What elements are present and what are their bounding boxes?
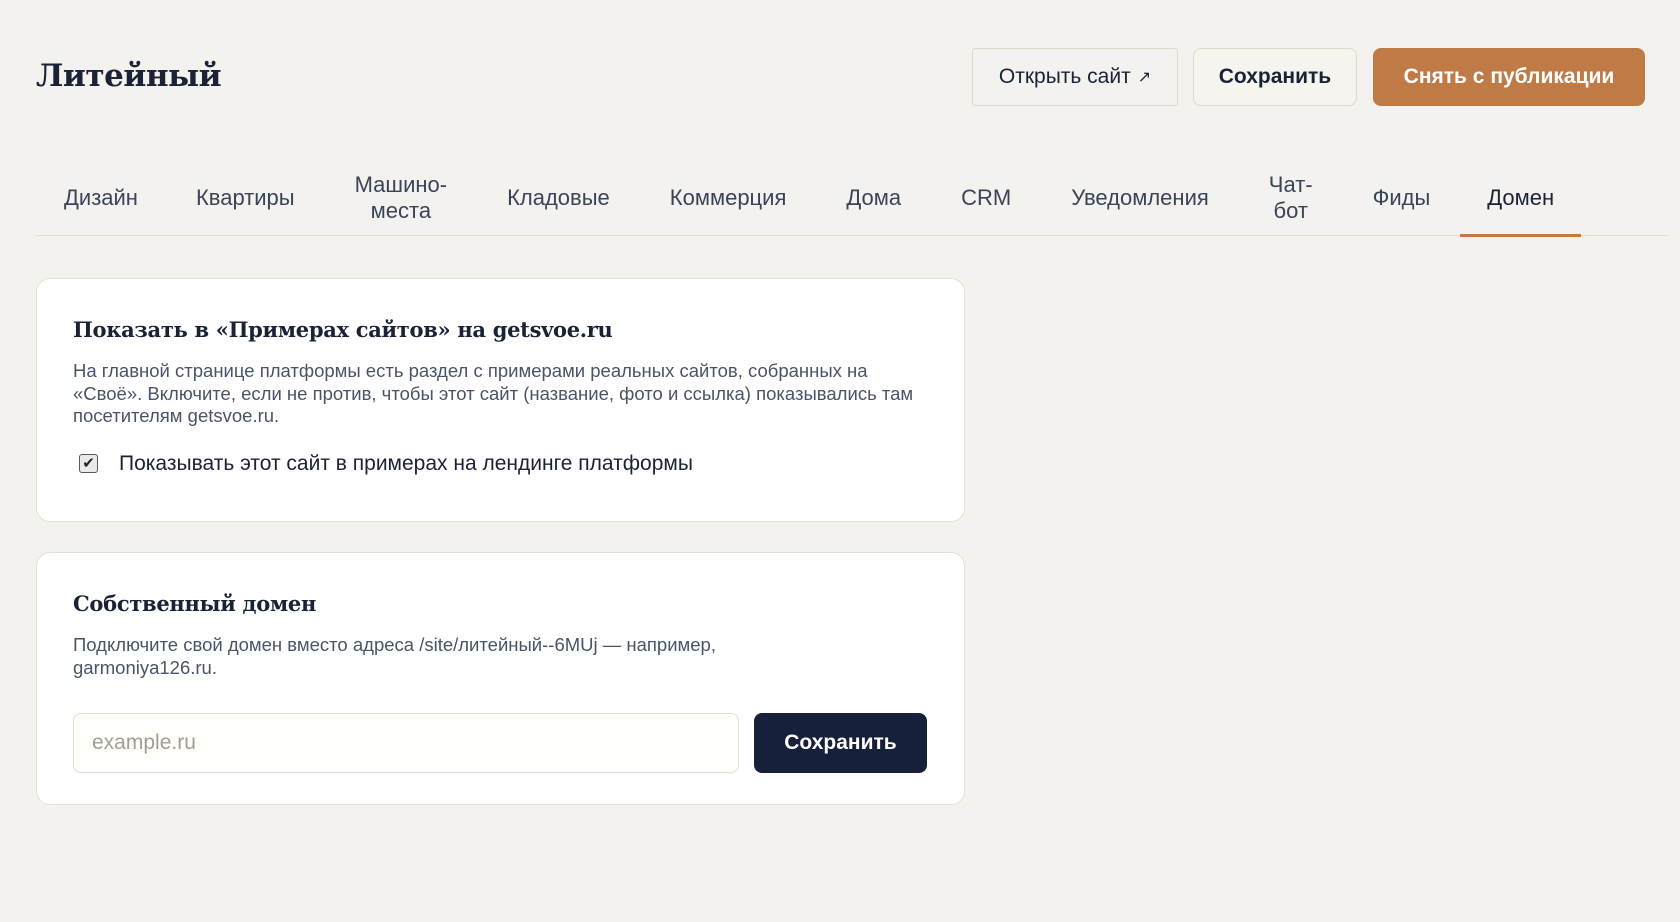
tab-label: Дома: [846, 184, 902, 210]
domain-card-title: Собственный домен: [73, 591, 317, 616]
tab-label: Дизайн: [64, 184, 138, 210]
tab-buildings[interactable]: Дома: [816, 160, 931, 235]
showcase-checkbox-row[interactable]: ✔ Показывать этот сайт в примерах на лен…: [79, 452, 928, 476]
domain-card-description: Подключите свой домен вместо адреса /sit…: [73, 634, 716, 678]
tab-bar: Дизайн Квартиры Машино- места Кладовые К…: [36, 160, 1667, 237]
header: Литейный Открыть сайт ↗ Сохранить Снять …: [36, 48, 1645, 108]
showcase-checkbox[interactable]: ✔: [79, 454, 98, 473]
page-title: Литейный: [36, 58, 222, 94]
tab-parking[interactable]: Машино- места: [325, 160, 477, 235]
page: Литейный Открыть сайт ↗ Сохранить Снять …: [0, 0, 1680, 922]
tab-label: Домен: [1487, 184, 1555, 210]
tab-label: CRM: [961, 184, 1012, 210]
showcase-card-description: На главной странице платформы есть разде…: [73, 360, 914, 426]
open-site-label: Открыть сайт: [998, 65, 1131, 88]
showcase-card-title: Показать в «Примерах сайтов» на getsvoe.…: [73, 317, 613, 342]
tab-feeds[interactable]: Фиды: [1343, 160, 1461, 235]
tab-label: Коммерция: [669, 184, 787, 210]
tab-domain[interactable]: Домен: [1460, 160, 1582, 237]
tab-apartments[interactable]: Квартиры: [166, 160, 325, 235]
tab-design[interactable]: Дизайн: [36, 160, 166, 235]
tab-label: Кладовые: [507, 184, 610, 210]
tab-label: Машино- места: [354, 171, 448, 223]
tab-crm[interactable]: CRM: [931, 160, 1041, 235]
tab-chatbot[interactable]: Чат- бот: [1239, 160, 1343, 235]
domain-form: Сохранить: [73, 713, 928, 773]
open-site-button[interactable]: Открыть сайт ↗: [972, 48, 1178, 106]
checkmark-icon: ✔: [82, 455, 95, 472]
tab-notifications[interactable]: Уведомления: [1041, 160, 1239, 235]
save-domain-button[interactable]: Сохранить: [754, 713, 927, 773]
external-link-icon: ↗: [1137, 69, 1152, 86]
unpublish-button[interactable]: Снять с публикации: [1373, 48, 1645, 106]
tab-label: Чат- бот: [1268, 171, 1313, 223]
showcase-checkbox-label[interactable]: Показывать этот сайт в примерах на ленди…: [119, 452, 693, 476]
domain-input[interactable]: [73, 713, 739, 773]
tab-label: Фиды: [1372, 184, 1431, 210]
save-button[interactable]: Сохранить: [1193, 48, 1357, 106]
showcase-card: Показать в «Примерах сайтов» на getsvoe.…: [36, 278, 965, 522]
tab-storage[interactable]: Кладовые: [477, 160, 640, 235]
domain-card: Собственный домен Подключите свой домен …: [36, 552, 965, 805]
tab-label: Квартиры: [195, 184, 295, 210]
tab-label: Уведомления: [1071, 184, 1209, 210]
tab-commercial[interactable]: Коммерция: [640, 160, 817, 235]
